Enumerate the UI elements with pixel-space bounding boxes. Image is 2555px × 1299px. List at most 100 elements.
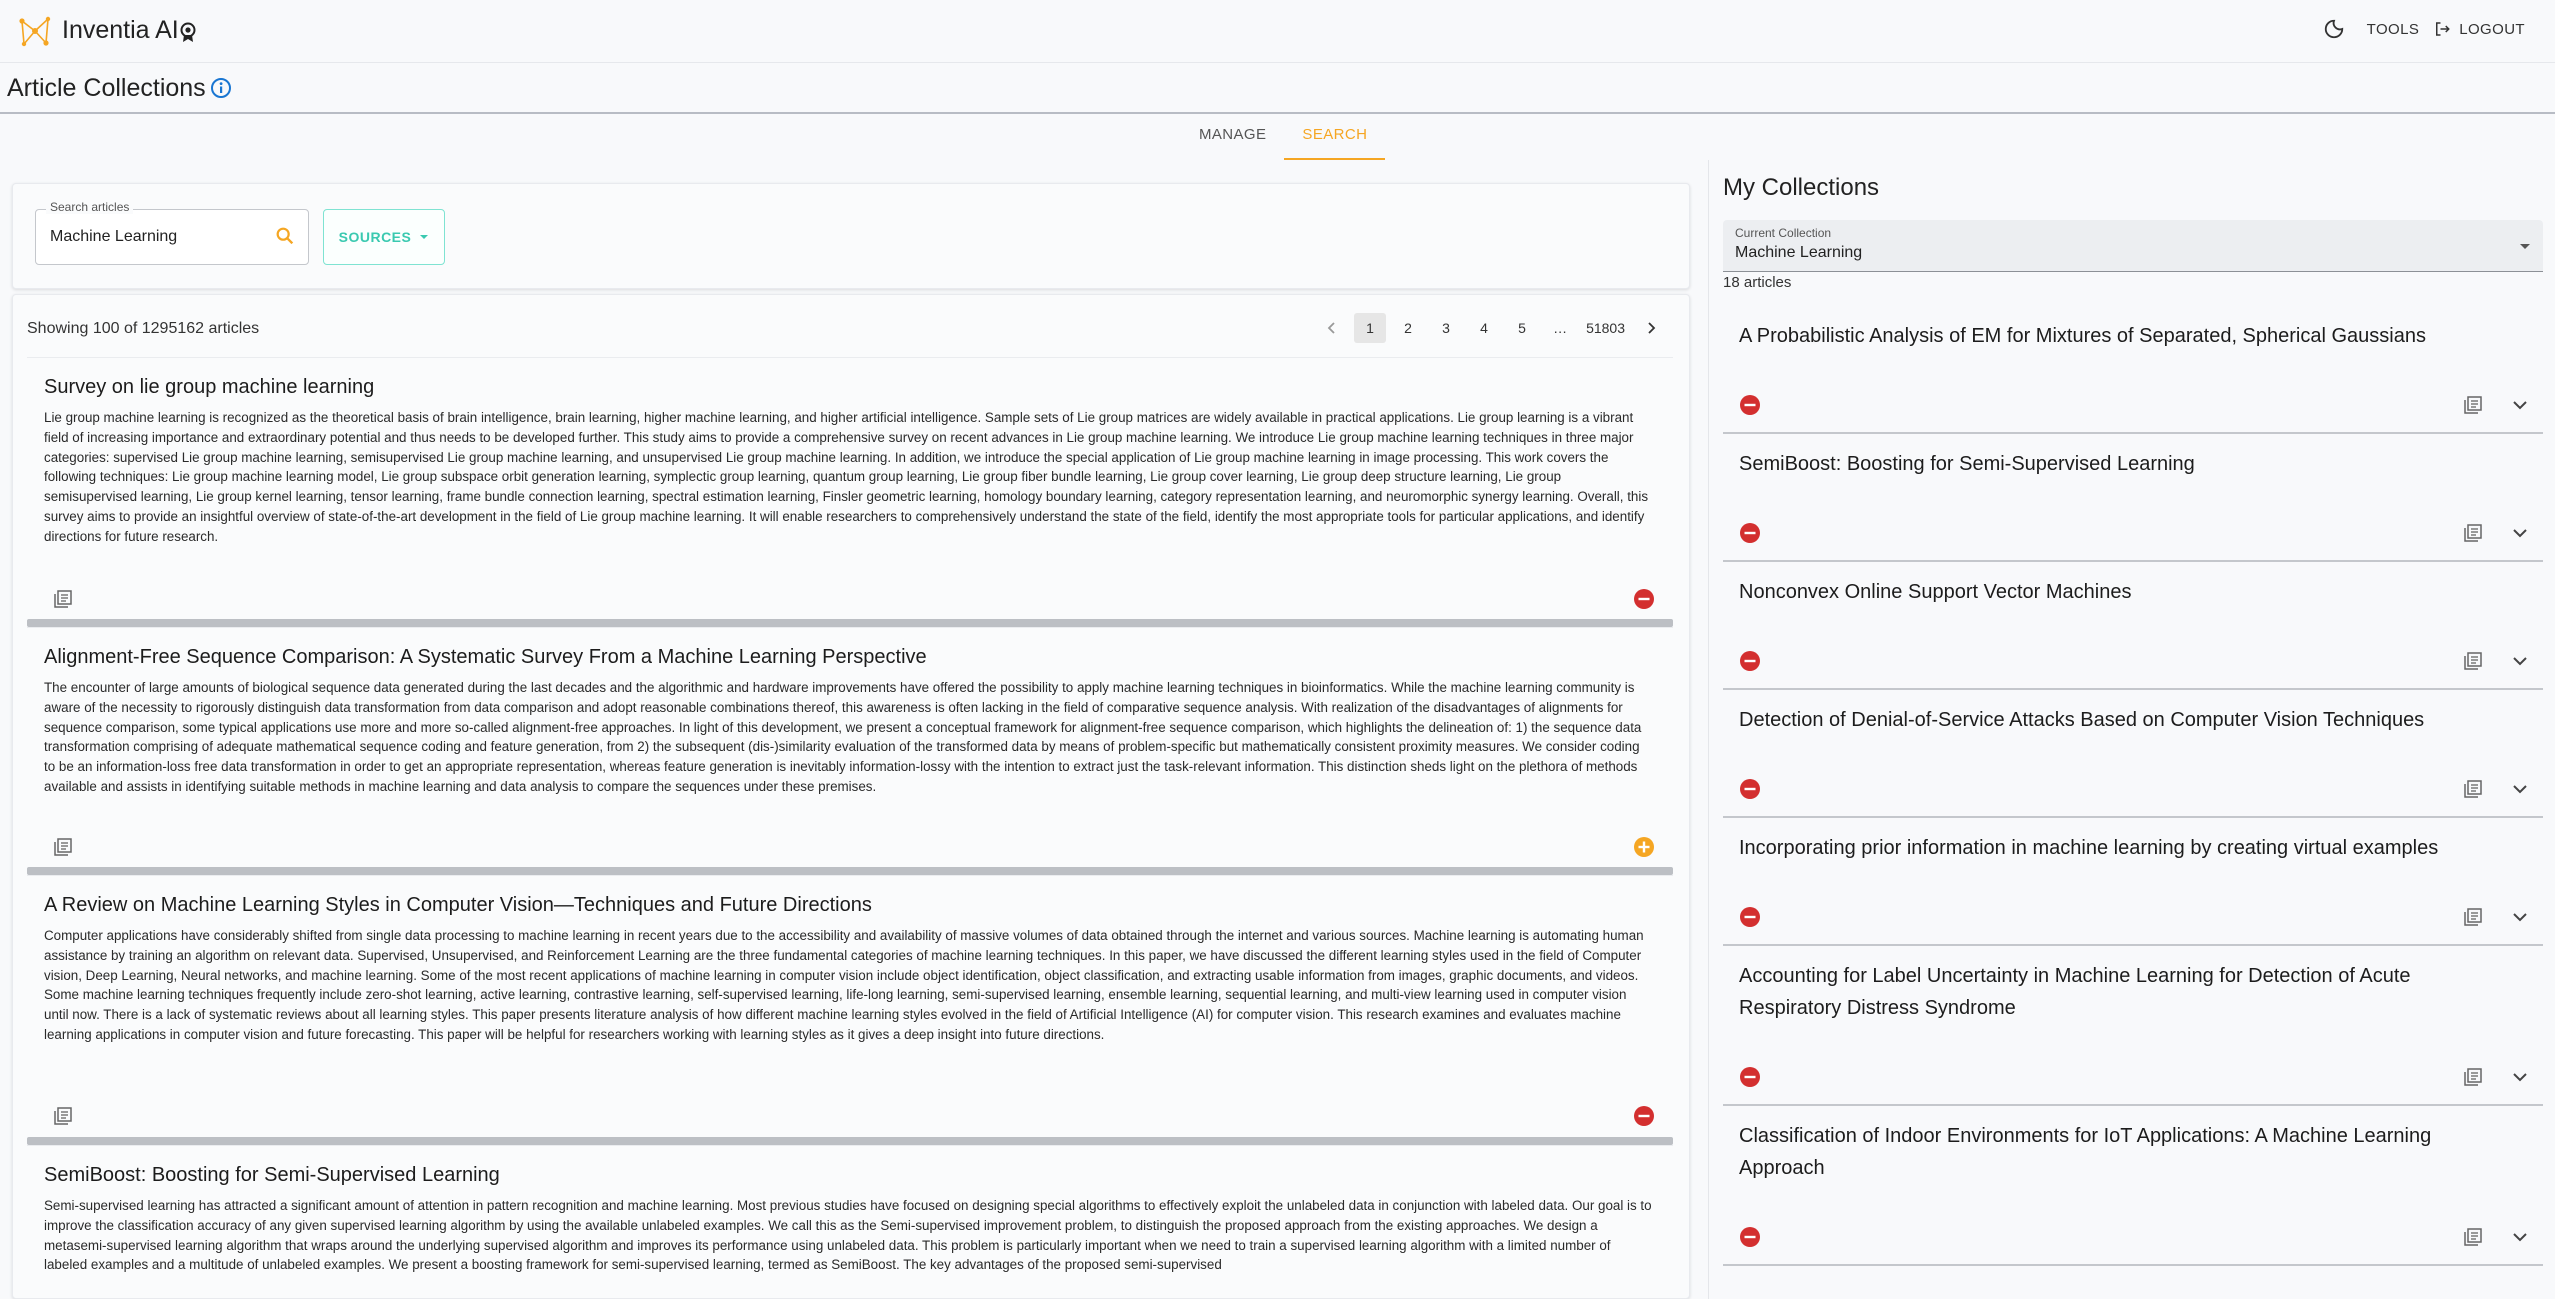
document-icon[interactable] xyxy=(2463,395,2483,415)
search-label: Search articles xyxy=(46,200,134,214)
expand-icon[interactable] xyxy=(2509,394,2531,416)
remove-from-collection-icon[interactable] xyxy=(1739,1066,1761,1088)
remove-from-collection-icon[interactable] xyxy=(1739,906,1761,928)
collection-item-title[interactable]: Incorporating prior information in machi… xyxy=(1739,832,2479,864)
collection-item-title[interactable]: Accounting for Label Uncertainty in Mach… xyxy=(1739,960,2479,1024)
search-field[interactable]: Search articles xyxy=(35,200,309,265)
article-card: SemiBoost: Boosting for Semi-Supervised … xyxy=(27,1145,1673,1298)
search-input[interactable] xyxy=(50,224,260,250)
article-card: Alignment-Free Sequence Comparison: A Sy… xyxy=(27,627,1673,875)
article-card: Survey on lie group machine learning Lie… xyxy=(27,357,1673,627)
tab-bar: MANAGE SEARCH xyxy=(1181,118,1386,160)
article-title[interactable]: SemiBoost: Boosting for Semi-Supervised … xyxy=(44,1164,500,1187)
info-icon[interactable] xyxy=(210,77,232,99)
document-icon[interactable] xyxy=(2463,779,2483,799)
article-title[interactable]: Alignment-Free Sequence Comparison: A Sy… xyxy=(44,646,927,669)
next-page-button[interactable] xyxy=(1635,313,1667,343)
expand-icon[interactable] xyxy=(2509,1226,2531,1248)
collection-item: Nonconvex Online Support Vector Machines xyxy=(1723,562,2543,690)
article-abstract: The encounter of large amounts of biolog… xyxy=(44,680,1642,794)
article-title[interactable]: A Review on Machine Learning Styles in C… xyxy=(44,894,872,917)
results-count: Showing 100 of 1295162 articles xyxy=(27,320,260,337)
chevron-right-icon xyxy=(1648,322,1656,334)
collection-item-title[interactable]: A Probabilistic Analysis of EM for Mixtu… xyxy=(1739,320,2479,352)
top-app-bar: Inventia AI TOOLS LOGOUT xyxy=(0,0,2555,63)
tab-search[interactable]: SEARCH xyxy=(1284,118,1386,160)
document-icon[interactable] xyxy=(2463,1227,2483,1247)
collection-item-title[interactable]: Classification of Indoor Environments fo… xyxy=(1739,1120,2479,1184)
remove-from-collection-icon[interactable] xyxy=(1739,1226,1761,1248)
remove-from-collection-icon[interactable] xyxy=(1739,650,1761,672)
remove-from-collection-icon[interactable] xyxy=(1633,588,1655,610)
article-divider xyxy=(27,1137,1673,1145)
expand-icon[interactable] xyxy=(2509,778,2531,800)
collection-item: A Probabilistic Analysis of EM for Mixtu… xyxy=(1723,306,2543,434)
logo-icon[interactable] xyxy=(18,15,52,49)
tools-label: TOOLS xyxy=(2366,20,2420,38)
document-icon[interactable] xyxy=(53,1106,73,1126)
sources-button[interactable]: SOURCES xyxy=(323,209,445,265)
logout-button[interactable]: LOGOUT xyxy=(2433,20,2525,38)
prev-page-button[interactable] xyxy=(1316,313,1348,343)
page-3-button[interactable]: 3 xyxy=(1430,313,1462,343)
logout-icon xyxy=(2436,22,2451,36)
document-icon[interactable] xyxy=(2463,1067,2483,1087)
tab-manage[interactable]: MANAGE xyxy=(1181,118,1284,160)
page-header: Article Collections xyxy=(0,64,2555,114)
chevron-down-icon xyxy=(2520,244,2530,249)
expand-icon[interactable] xyxy=(2509,650,2531,672)
pagination: 1 2 3 4 5 … 51803 xyxy=(1316,313,1667,343)
page-4-button[interactable]: 4 xyxy=(1468,313,1500,343)
page-2-button[interactable]: 2 xyxy=(1392,313,1424,343)
collection-item: SemiBoost: Boosting for Semi-Supervised … xyxy=(1723,434,2543,562)
document-icon[interactable] xyxy=(53,589,73,609)
tools-button[interactable]: TOOLS xyxy=(2367,21,2420,38)
last-page-button[interactable]: 51803 xyxy=(1582,313,1629,343)
document-icon[interactable] xyxy=(53,837,73,857)
collection-item-title[interactable]: SemiBoost: Boosting for Semi-Supervised … xyxy=(1739,448,2479,480)
article-abstract: Computer applications have considerably … xyxy=(44,928,1644,1042)
page-ellipsis: … xyxy=(1553,320,1568,336)
page-title: Article Collections xyxy=(7,74,206,102)
expand-icon[interactable] xyxy=(2509,1066,2531,1088)
remove-from-collection-icon[interactable] xyxy=(1739,778,1761,800)
chevron-left-icon xyxy=(1327,322,1335,334)
logout-label: LOGOUT xyxy=(2459,20,2525,38)
sources-label: SOURCES xyxy=(338,229,412,245)
document-icon[interactable] xyxy=(2463,907,2483,927)
expand-icon[interactable] xyxy=(2509,522,2531,544)
search-panel: Search articles SOURCES xyxy=(12,183,1690,289)
collection-article-count: 18 articles xyxy=(1723,274,1792,291)
badge-icon xyxy=(180,22,196,42)
collection-item: Accounting for Label Uncertainty in Mach… xyxy=(1723,946,2543,1106)
page-5-button[interactable]: 5 xyxy=(1506,313,1538,343)
document-icon[interactable] xyxy=(2463,523,2483,543)
collection-item-title[interactable]: Nonconvex Online Support Vector Machines xyxy=(1739,576,2479,608)
expand-icon[interactable] xyxy=(2509,906,2531,928)
collections-title: My Collections xyxy=(1723,174,1880,201)
add-to-collection-icon[interactable] xyxy=(1633,836,1655,858)
collection-item-title[interactable]: Detection of Denial-of-Service Attacks B… xyxy=(1739,704,2479,736)
page-1-button[interactable]: 1 xyxy=(1354,313,1387,343)
article-card: A Review on Machine Learning Styles in C… xyxy=(27,875,1673,1145)
current-collection-select[interactable]: Current Collection Machine Learning xyxy=(1723,220,2543,272)
collections-panel: My Collections Current Collection Machin… xyxy=(1708,160,2555,1299)
article-divider xyxy=(27,619,1673,627)
results-list: Showing 100 of 1295162 articles 1 2 3 4 … xyxy=(12,294,1690,1299)
app-title: Inventia AI xyxy=(62,16,179,44)
current-collection-value: Machine Learning xyxy=(1735,244,1863,261)
current-collection-label: Current Collection xyxy=(1735,226,1832,240)
remove-from-collection-icon[interactable] xyxy=(1739,522,1761,544)
remove-from-collection-icon[interactable] xyxy=(1633,1105,1655,1127)
article-abstract: Semi-supervised learning has attracted a… xyxy=(44,1198,1652,1273)
dark-mode-toggle-icon[interactable] xyxy=(2323,18,2345,40)
collection-item: Incorporating prior information in machi… xyxy=(1723,818,2543,946)
chevron-down-icon xyxy=(420,235,429,239)
search-icon[interactable] xyxy=(274,225,296,247)
collection-item: Classification of Indoor Environments fo… xyxy=(1723,1106,2543,1266)
article-title[interactable]: Survey on lie group machine learning xyxy=(44,376,374,399)
collection-item: Detection of Denial-of-Service Attacks B… xyxy=(1723,690,2543,818)
article-abstract: Lie group machine learning is recognized… xyxy=(44,410,1649,544)
remove-from-collection-icon[interactable] xyxy=(1739,394,1761,416)
document-icon[interactable] xyxy=(2463,651,2483,671)
